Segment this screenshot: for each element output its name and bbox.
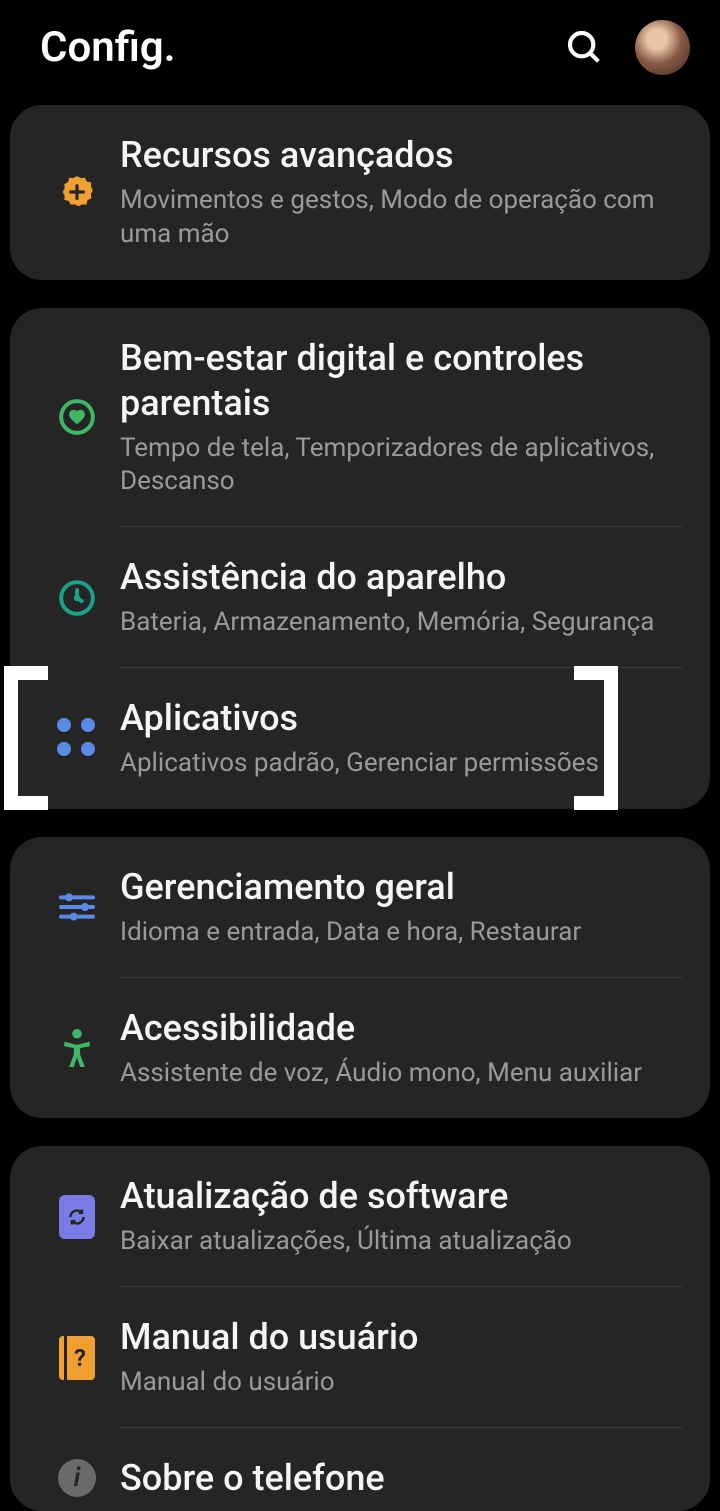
- item-title: Recursos avançados: [120, 133, 686, 178]
- item-advanced-features[interactable]: Recursos avançados Movimentos e gestos, …: [10, 105, 710, 280]
- page-title: Config.: [40, 23, 176, 72]
- item-user-manual[interactable]: ? Manual do usuário Manual do usuário: [10, 1287, 710, 1428]
- general-icon: [57, 891, 97, 923]
- item-subtitle: Baixar atualizações, Última atualização: [120, 1225, 686, 1259]
- item-subtitle: Tempo de tela, Temporizadores de aplicat…: [120, 432, 686, 500]
- item-subtitle: Bateria, Armazenamento, Memória, Seguran…: [120, 606, 686, 640]
- item-title: Sobre o telefone: [120, 1456, 686, 1501]
- item-device-care[interactable]: Assistência do aparelho Bateria, Armazen…: [10, 527, 710, 668]
- item-general-management[interactable]: Gerenciamento geral Idioma e entrada, Da…: [10, 837, 710, 978]
- manual-icon: ?: [59, 1336, 95, 1380]
- header-actions: [565, 20, 690, 75]
- settings-group: Bem-estar digital e controles parentais …: [10, 308, 710, 809]
- item-title: Atualização de software: [120, 1174, 686, 1219]
- settings-list: Recursos avançados Movimentos e gestos, …: [0, 105, 720, 1511]
- item-subtitle: Movimentos e gestos, Modo de operação co…: [120, 184, 686, 252]
- search-button[interactable]: [565, 28, 605, 68]
- item-title: Acessibilidade: [120, 1006, 686, 1051]
- about-icon: i: [58, 1459, 96, 1497]
- item-about-phone[interactable]: i Sobre o telefone: [10, 1428, 710, 1511]
- item-apps[interactable]: Aplicativos Aplicativos padrão, Gerencia…: [10, 668, 710, 809]
- search-icon: [565, 28, 605, 68]
- item-subtitle: Idioma e entrada, Data e hora, Restaurar: [120, 916, 686, 950]
- accessibility-icon: [58, 1027, 96, 1069]
- item-digital-wellbeing[interactable]: Bem-estar digital e controles parentais …: [10, 308, 710, 528]
- item-subtitle: Assistente de voz, Áudio mono, Menu auxi…: [120, 1057, 686, 1091]
- item-subtitle: Manual do usuário: [120, 1366, 686, 1400]
- settings-group: Recursos avançados Movimentos e gestos, …: [10, 105, 710, 280]
- advanced-icon: [58, 173, 96, 211]
- apps-icon: [57, 718, 97, 758]
- settings-group: Atualização de software Baixar atualizaç…: [10, 1146, 710, 1511]
- item-title: Manual do usuário: [120, 1315, 686, 1360]
- update-icon: [59, 1195, 95, 1239]
- item-software-update[interactable]: Atualização de software Baixar atualizaç…: [10, 1146, 710, 1287]
- item-title: Gerenciamento geral: [120, 865, 686, 910]
- settings-header: Config.: [0, 0, 720, 105]
- item-subtitle: Aplicativos padrão, Gerenciar permissões: [120, 747, 686, 781]
- item-title: Bem-estar digital e controles parentais: [120, 336, 686, 426]
- item-title: Assistência do aparelho: [120, 555, 686, 600]
- device-care-icon: [58, 579, 96, 617]
- wellbeing-icon: [58, 398, 96, 436]
- item-accessibility[interactable]: Acessibilidade Assistente de voz, Áudio …: [10, 978, 710, 1119]
- settings-group: Gerenciamento geral Idioma e entrada, Da…: [10, 837, 710, 1119]
- item-title: Aplicativos: [120, 696, 686, 741]
- profile-avatar[interactable]: [635, 20, 690, 75]
